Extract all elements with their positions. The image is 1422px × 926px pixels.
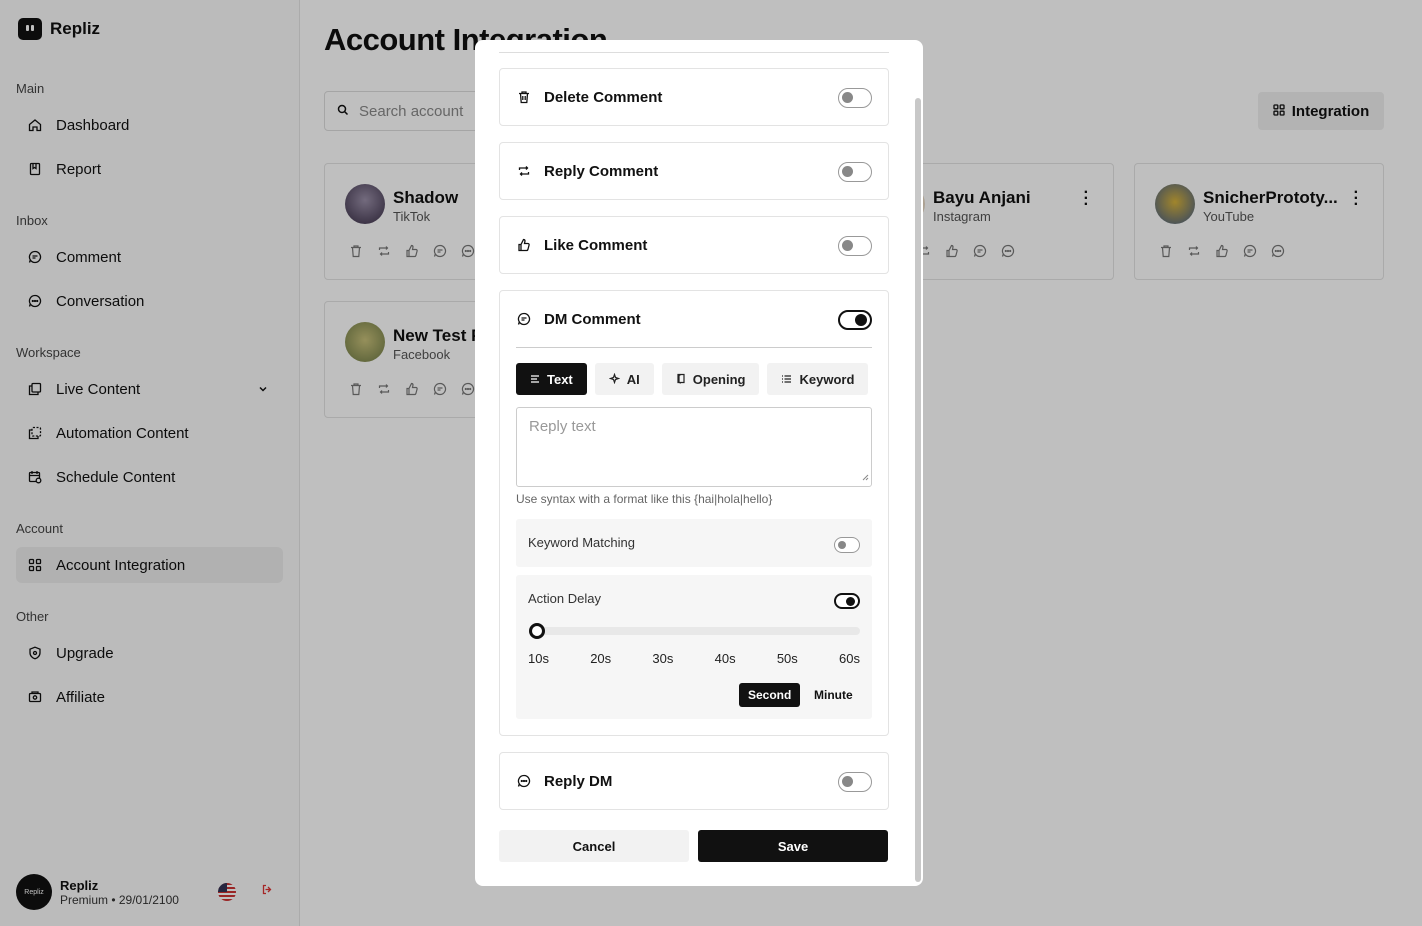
tab-text[interactable]: Text xyxy=(516,363,587,395)
tick-label: 10s xyxy=(528,651,549,666)
tick-label: 20s xyxy=(590,651,612,666)
slider-handle[interactable] xyxy=(529,623,545,639)
trash-icon xyxy=(517,90,531,104)
reply-dm-toggle[interactable] xyxy=(838,772,872,792)
divider xyxy=(499,52,889,53)
tick-label: 40s xyxy=(714,651,736,666)
thumbs-up-icon xyxy=(517,238,531,252)
cancel-button[interactable]: Cancel xyxy=(499,830,689,862)
section-label: Like Comment xyxy=(544,237,648,254)
tab-label: Text xyxy=(547,371,573,387)
tab-label: Keyword xyxy=(799,371,855,387)
like-comment-toggle[interactable] xyxy=(838,236,872,256)
tab-label: AI xyxy=(626,371,640,387)
conversation-icon xyxy=(517,774,531,788)
keyword-matching-label: Keyword Matching xyxy=(528,535,635,550)
action-delay-box: Action Delay 10s 20s 30s 40s 50s 60s Sec… xyxy=(516,575,872,719)
comment-icon xyxy=(517,312,531,331)
dm-comment-toggle[interactable] xyxy=(838,310,872,330)
unit-minute-button[interactable]: Minute xyxy=(805,683,862,707)
section-label: Reply DM xyxy=(544,773,613,790)
tick-label: 30s xyxy=(652,651,674,666)
tab-ai[interactable]: AI xyxy=(594,363,654,395)
sparkle-icon xyxy=(608,372,621,387)
list-icon xyxy=(781,372,792,387)
reply-dm-section: Reply DM xyxy=(499,752,889,810)
action-delay-toggle[interactable] xyxy=(834,593,860,609)
tab-keyword[interactable]: Keyword xyxy=(767,363,869,395)
syntax-hint: Use syntax with a format like this {hai|… xyxy=(516,492,773,506)
repeat-icon xyxy=(517,164,531,178)
reply-type-tabs: Text AI Opening Keyword xyxy=(516,363,869,395)
reply-comment-section: Reply Comment xyxy=(499,142,889,200)
reply-text-placeholder: Reply text xyxy=(529,418,596,435)
like-comment-section: Like Comment xyxy=(499,216,889,274)
modal-scrollbar[interactable] xyxy=(915,98,921,882)
keyword-matching-toggle[interactable] xyxy=(834,537,860,553)
delete-comment-toggle[interactable] xyxy=(838,88,872,108)
dm-comment-section: DM Comment Text AI Opening Keyword Reply… xyxy=(499,290,889,736)
resize-handle-icon[interactable] xyxy=(861,468,869,485)
divider xyxy=(516,347,872,348)
text-align-icon xyxy=(530,372,540,387)
tab-opening[interactable]: Opening xyxy=(661,363,760,395)
keyword-matching-box: Keyword Matching xyxy=(516,519,872,567)
save-button[interactable]: Save xyxy=(698,830,888,862)
door-icon xyxy=(676,372,686,387)
delete-comment-section: Delete Comment xyxy=(499,68,889,126)
tab-label: Opening xyxy=(692,371,746,387)
section-label: Delete Comment xyxy=(544,89,663,106)
delay-slider[interactable] xyxy=(529,623,860,639)
tick-label: 50s xyxy=(776,651,798,666)
section-label: Reply Comment xyxy=(544,163,659,180)
reply-text-area[interactable]: Reply text xyxy=(516,407,872,487)
automation-settings-modal: Delete Comment Reply Comment Like Commen… xyxy=(475,40,923,886)
delay-ticks: 10s 20s 30s 40s 50s 60s xyxy=(528,651,860,666)
action-delay-label: Action Delay xyxy=(528,591,601,606)
tick-label: 60s xyxy=(839,651,860,666)
unit-second-button[interactable]: Second xyxy=(739,683,801,707)
section-label: DM Comment xyxy=(544,311,641,328)
reply-comment-toggle[interactable] xyxy=(838,162,872,182)
